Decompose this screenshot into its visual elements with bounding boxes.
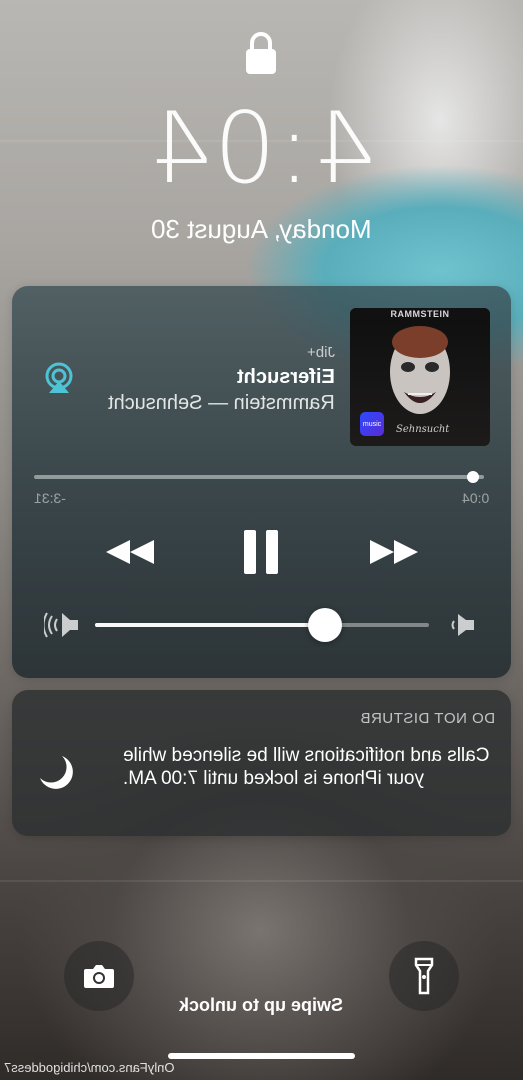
playback-scrubber-knob[interactable] <box>467 471 479 483</box>
music-badge: music <box>360 412 384 436</box>
time-remaining: -3:31 <box>34 490 66 506</box>
artwork-band-text: RAMMSTEIN <box>390 309 450 319</box>
volume-low-icon <box>451 614 474 636</box>
lock-icon <box>246 32 276 74</box>
media-source-label: Jib+ <box>307 344 335 361</box>
watermark: OnlyFans.com/chibigoddess7 <box>4 1060 175 1075</box>
camera-icon <box>84 965 114 988</box>
dnd-header: DO NOT DISTURB <box>359 710 495 727</box>
do-not-disturb-notification[interactable]: DO NOT DISTURB Calls and notifications w… <box>12 690 511 836</box>
volume-knob[interactable] <box>308 608 343 642</box>
pause-icon <box>244 530 278 574</box>
playback-scrubber[interactable] <box>34 475 484 479</box>
volume-high-icon <box>44 612 78 638</box>
rewind-icon <box>106 540 154 564</box>
home-indicator[interactable] <box>168 1053 355 1059</box>
album-artwork[interactable]: RAMMSTEIN music Sehnsucht <box>350 308 490 446</box>
flashlight-icon <box>414 957 434 995</box>
volume-fill <box>95 623 326 627</box>
pause-button[interactable] <box>238 526 284 578</box>
airplay-icon[interactable] <box>42 362 76 394</box>
fast-forward-icon <box>370 540 418 564</box>
track-subtitle: Rammstein — Sehnsucht <box>108 392 335 414</box>
moon-icon <box>40 756 73 789</box>
wallpaper-detail <box>0 880 523 882</box>
artwork-face <box>390 326 450 414</box>
lockscreen-clock: 4:04 <box>147 92 376 206</box>
swipe-up-hint: Swipe up to unlock <box>179 995 344 1015</box>
track-title: Eifersucht <box>237 366 335 388</box>
dnd-body: Calls and notifications will be silenced… <box>123 745 490 789</box>
fast-forward-button[interactable] <box>366 526 422 578</box>
volume-slider[interactable] <box>95 623 429 627</box>
now-playing-card[interactable]: RAMMSTEIN music Sehnsucht Jib+ Eifersuch… <box>12 286 511 678</box>
lockscreen-date: Monday, August 30 <box>151 214 372 244</box>
artwork-signature: Sehnsucht <box>396 424 450 435</box>
time-elapsed: 0:04 <box>461 490 489 506</box>
rewind-button[interactable] <box>102 526 158 578</box>
